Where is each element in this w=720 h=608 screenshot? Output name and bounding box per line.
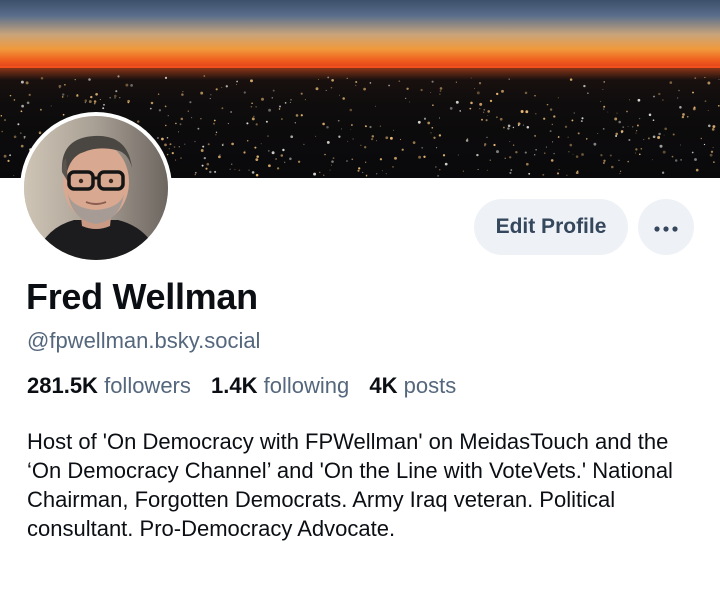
followers-count: 281.5K <box>27 373 98 398</box>
posts-label: posts <box>403 373 457 398</box>
profile-name: Fred Wellman <box>26 276 258 317</box>
ellipsis-icon <box>654 220 678 235</box>
more-options-button[interactable] <box>638 199 694 255</box>
posts-stat: 4K posts <box>369 373 456 398</box>
profile-handle[interactable]: @fpwellman.bsky.social <box>27 328 260 354</box>
followers-link[interactable]: 281.5K followers <box>27 373 191 398</box>
profile-bio: Host of 'On Democracy with FPWellman' on… <box>27 429 673 541</box>
profile-stats: 281.5K followers 1.4K following 4K posts <box>27 373 470 399</box>
avatar-photo <box>24 116 168 260</box>
posts-count: 4K <box>369 373 398 398</box>
following-link[interactable]: 1.4K following <box>211 373 349 398</box>
avatar[interactable] <box>20 112 172 264</box>
following-count: 1.4K <box>211 373 258 398</box>
edit-profile-button[interactable]: Edit Profile <box>474 199 628 255</box>
followers-label: followers <box>104 373 191 398</box>
following-label: following <box>263 373 350 398</box>
